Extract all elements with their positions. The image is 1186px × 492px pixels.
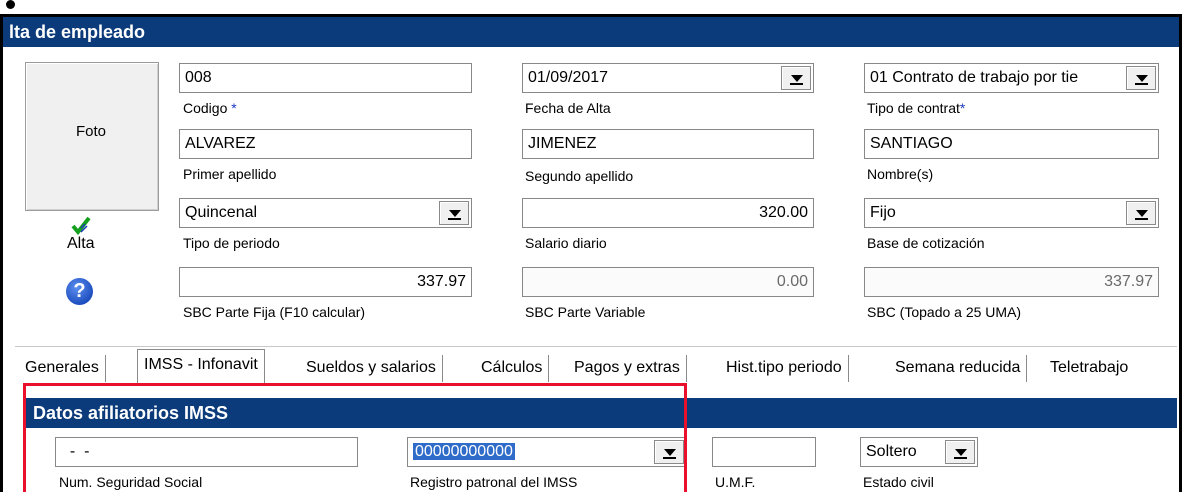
sbc-topado-label: SBC (Topado a 25 UMA): [867, 304, 1022, 320]
sbc-variable-label: SBC Parte Variable: [525, 304, 646, 320]
salario-diario-field[interactable]: 320.00: [522, 198, 814, 228]
photo-label: Foto: [76, 123, 107, 140]
help-icon[interactable]: ?: [66, 278, 93, 305]
tipo-contrato-label: Tipo de contrat*: [867, 100, 966, 116]
primer-apellido-field[interactable]: ALVAREZ: [179, 129, 472, 159]
tab-teletrabajo[interactable]: Teletrabajo: [1044, 355, 1134, 382]
nombre-label: Nombre(s): [867, 166, 934, 182]
tipo-periodo-select[interactable]: Quincenal: [179, 198, 472, 228]
tab-sueldos-salarios[interactable]: Sueldos y salarios: [300, 355, 443, 382]
tipo-periodo-label: Tipo de periodo: [183, 235, 280, 251]
base-cotizacion-select[interactable]: Fijo: [864, 198, 1159, 228]
segundo-apellido-label: Segundo apellido: [525, 168, 634, 184]
sbc-fija-label: SBC Parte Fija (F10 calcular): [183, 304, 366, 320]
primer-apellido-label: Primer apellido: [183, 166, 277, 182]
segundo-apellido-field[interactable]: JIMENEZ: [522, 129, 814, 159]
tab-strip: Generales IMSS - Infonavit Sueldos y sal…: [15, 346, 1177, 383]
employee-window: lta de empleado Foto Alta ? 008 Codigo *…: [0, 14, 1182, 492]
chevron-down-icon[interactable]: [781, 66, 811, 90]
tab-imss-infonavit[interactable]: IMSS - Infonavit: [137, 349, 265, 383]
tab-hist-tipo-periodo[interactable]: Hist.tipo periodo: [720, 355, 849, 382]
tab-pagos-extras[interactable]: Pagos y extras: [568, 355, 687, 382]
base-cotizacion-label: Base de cotización: [867, 235, 985, 251]
chevron-down-icon[interactable]: [1126, 201, 1156, 225]
umf-field[interactable]: [712, 437, 816, 467]
chevron-down-icon[interactable]: [945, 440, 975, 464]
salario-diario-label: Salario diario: [525, 235, 607, 251]
alta-status-label: Alta: [67, 235, 95, 252]
chevron-down-icon[interactable]: [1126, 66, 1156, 90]
tab-semana-reducida[interactable]: Semana reducida: [889, 355, 1028, 382]
sbc-variable-field: 0.00: [522, 267, 814, 297]
tipo-contrato-select[interactable]: 01 Contrato de trabajo por tie: [864, 63, 1159, 93]
sbc-topado-field: 337.97: [864, 267, 1159, 297]
check-icon: [71, 216, 91, 236]
estado-civil-select[interactable]: Soltero: [860, 437, 978, 467]
highlight-box: [23, 383, 687, 492]
fecha-alta-select[interactable]: 01/09/2017: [522, 63, 814, 93]
tab-calculos[interactable]: Cálculos: [475, 355, 550, 382]
bullet-dot: [6, 0, 15, 9]
chevron-down-icon[interactable]: [439, 201, 469, 225]
photo-box[interactable]: Foto: [25, 62, 159, 211]
estado-civil-label: Estado civil: [863, 474, 934, 490]
window-title: lta de empleado: [3, 17, 1179, 47]
fecha-alta-label: Fecha de Alta: [525, 100, 611, 116]
sbc-fija-field[interactable]: 337.97: [179, 267, 472, 297]
umf-label: U.M.F.: [715, 474, 756, 490]
tab-generales[interactable]: Generales: [19, 355, 106, 382]
nombre-field[interactable]: SANTIAGO: [864, 129, 1159, 159]
codigo-label: Codigo *: [183, 100, 237, 116]
codigo-field[interactable]: 008: [179, 63, 472, 93]
